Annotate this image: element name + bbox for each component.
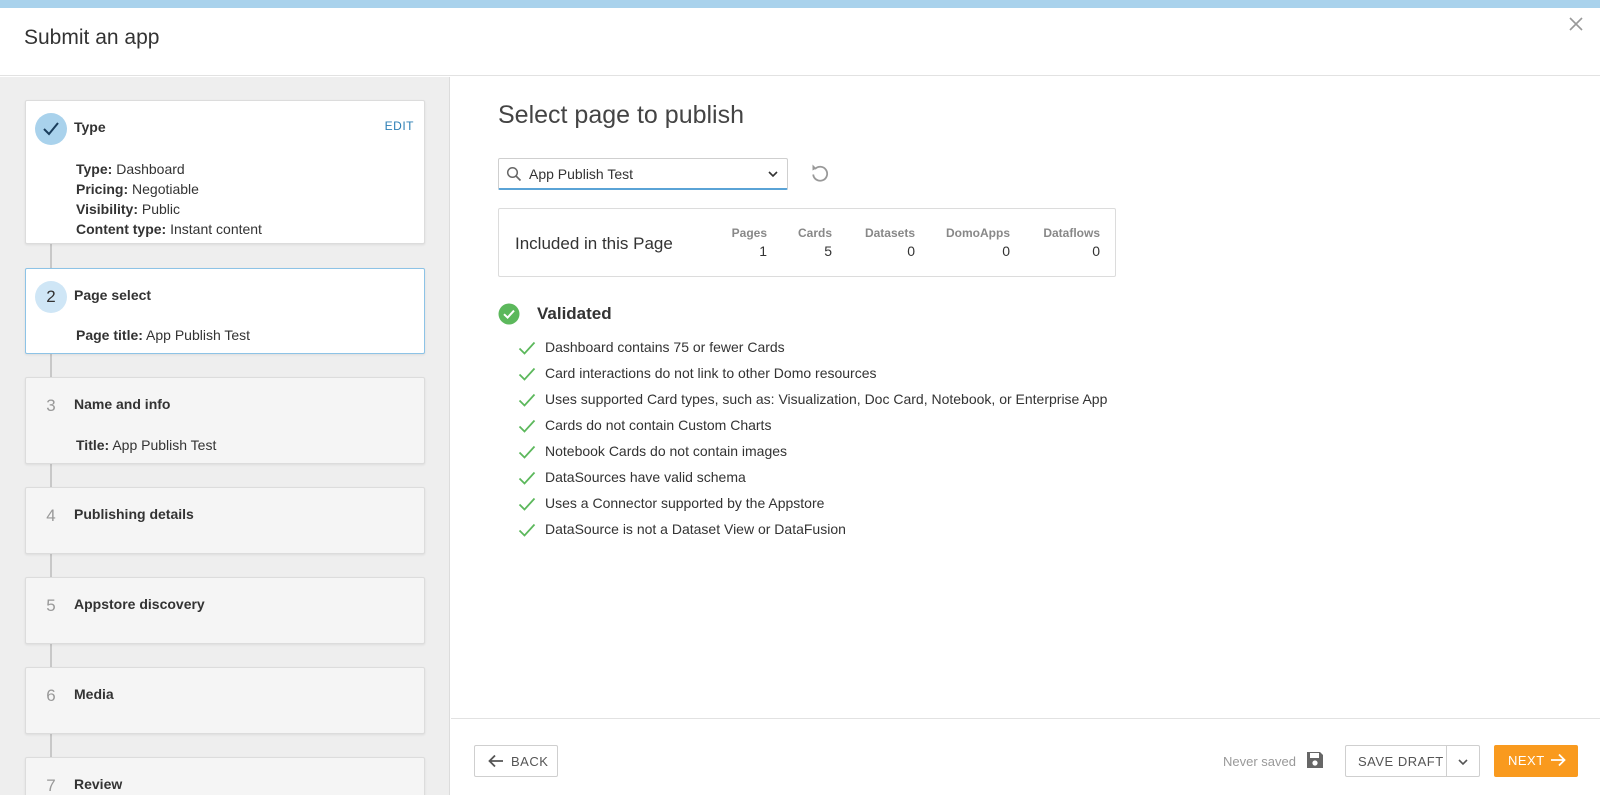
checkmark-icon xyxy=(518,419,536,433)
stat-cards: Cards 5 xyxy=(797,226,832,259)
back-label: BACK xyxy=(511,754,549,769)
step-appstore-discovery[interactable]: 5 Appstore discovery xyxy=(25,577,425,644)
detail-row: Title: App Publish Test xyxy=(76,437,217,453)
close-button[interactable] xyxy=(1564,12,1588,36)
next-label: NEXT xyxy=(1508,753,1545,768)
step-number: 5 xyxy=(46,596,56,615)
detail-row: Pricing: Negotiable xyxy=(76,181,199,197)
step-publishing-details[interactable]: 4 Publishing details xyxy=(25,487,425,554)
step-number: 7 xyxy=(46,776,56,795)
step-title: Name and info xyxy=(74,396,171,412)
dialog-title: Submit an app xyxy=(24,26,160,49)
step-media[interactable]: 6 Media xyxy=(25,667,425,734)
step-details: Title: App Publish Test xyxy=(76,435,216,455)
refresh-button[interactable] xyxy=(808,161,832,185)
step-connector xyxy=(50,463,52,487)
validated-label: Validated xyxy=(537,304,612,323)
step-connector xyxy=(50,353,52,377)
step-page-select[interactable]: 2 Page select Page title: App Publish Te… xyxy=(25,268,425,354)
detail-row: Visibility: Public xyxy=(76,201,181,217)
save-icon xyxy=(1307,752,1323,768)
page-select-dropdown[interactable]: App Publish Test xyxy=(498,158,788,190)
step-title: Type xyxy=(74,119,106,135)
chevron-down-icon xyxy=(768,171,778,178)
save-draft-button[interactable]: SAVE DRAFT xyxy=(1345,745,1447,777)
step-connector xyxy=(50,243,52,268)
close-icon xyxy=(1569,17,1583,31)
checkmark-icon xyxy=(518,445,536,459)
step-review[interactable]: 7 Review xyxy=(25,757,425,795)
detail-row: Type: Dashboard xyxy=(76,161,185,177)
step-name-and-info[interactable]: 3 Name and info Title: App Publish Test xyxy=(25,377,425,464)
checkmark-icon xyxy=(518,523,536,537)
step-title: Appstore discovery xyxy=(74,596,205,612)
step-details: Page title: App Publish Test xyxy=(76,325,250,345)
dialog-header: Submit an app xyxy=(0,8,1600,76)
steps-sidebar: Type EDIT Type: Dashboard Pricing: Negot… xyxy=(0,77,450,795)
step-type[interactable]: Type EDIT Type: Dashboard Pricing: Negot… xyxy=(25,100,425,244)
refresh-icon xyxy=(812,164,829,182)
step-connector xyxy=(50,733,52,757)
step-title: Page select xyxy=(74,287,152,303)
step-number: 4 xyxy=(46,506,56,525)
step-title: Media xyxy=(74,686,114,702)
main-panel: Select page to publish App Publish Test … xyxy=(451,77,1600,717)
stat-domoapps: DomoApps 0 xyxy=(946,226,1010,259)
step-title: Review xyxy=(74,776,123,792)
save-options-dropdown[interactable] xyxy=(1446,745,1480,777)
edit-type-link[interactable]: EDIT xyxy=(385,119,414,133)
search-icon xyxy=(506,166,522,182)
checkmark-icon xyxy=(518,497,536,511)
check-circle-icon xyxy=(498,303,520,325)
stat-dataflows: Dataflows 0 xyxy=(1043,226,1100,259)
dialog-footer: BACK Never saved SAVE DRAFT NEXT xyxy=(451,718,1600,795)
arrow-right-icon xyxy=(1551,753,1566,767)
save-status: Never saved xyxy=(1223,754,1296,769)
chevron-down-icon xyxy=(1458,759,1468,766)
step-connector xyxy=(50,553,52,577)
step-connector xyxy=(50,643,52,667)
checkmark-icon xyxy=(518,393,536,407)
step-number: 2 xyxy=(35,281,67,313)
save-draft-label: SAVE DRAFT xyxy=(1358,754,1444,769)
top-accent-bar xyxy=(0,0,1600,8)
step-details: Type: Dashboard Pricing: Negotiable Visi… xyxy=(76,159,262,239)
stat-datasets: Datasets 0 xyxy=(864,226,915,259)
detail-row: Page title: App Publish Test xyxy=(76,327,251,343)
next-button[interactable]: NEXT xyxy=(1494,745,1578,777)
back-button[interactable]: BACK xyxy=(474,745,558,777)
checkmark-icon xyxy=(518,341,536,355)
checkmark-icon xyxy=(518,471,536,485)
stat-pages: Pages 1 xyxy=(731,226,767,259)
step-title: Publishing details xyxy=(74,506,194,522)
checkmark-icon xyxy=(43,122,59,136)
summary-title: Included in this Page xyxy=(515,234,673,253)
arrow-left-icon xyxy=(488,754,503,768)
page-title: Select page to publish xyxy=(498,101,745,129)
step-number: 3 xyxy=(46,396,56,415)
included-summary: Included in this Page Pages 1 Cards 5 Da… xyxy=(498,208,1116,277)
step-complete-badge xyxy=(35,113,67,145)
page-select-value: App Publish Test xyxy=(529,166,634,182)
checkmark-icon xyxy=(518,367,536,381)
detail-row: Content type: Instant content xyxy=(76,221,262,237)
step-number: 6 xyxy=(46,686,56,705)
